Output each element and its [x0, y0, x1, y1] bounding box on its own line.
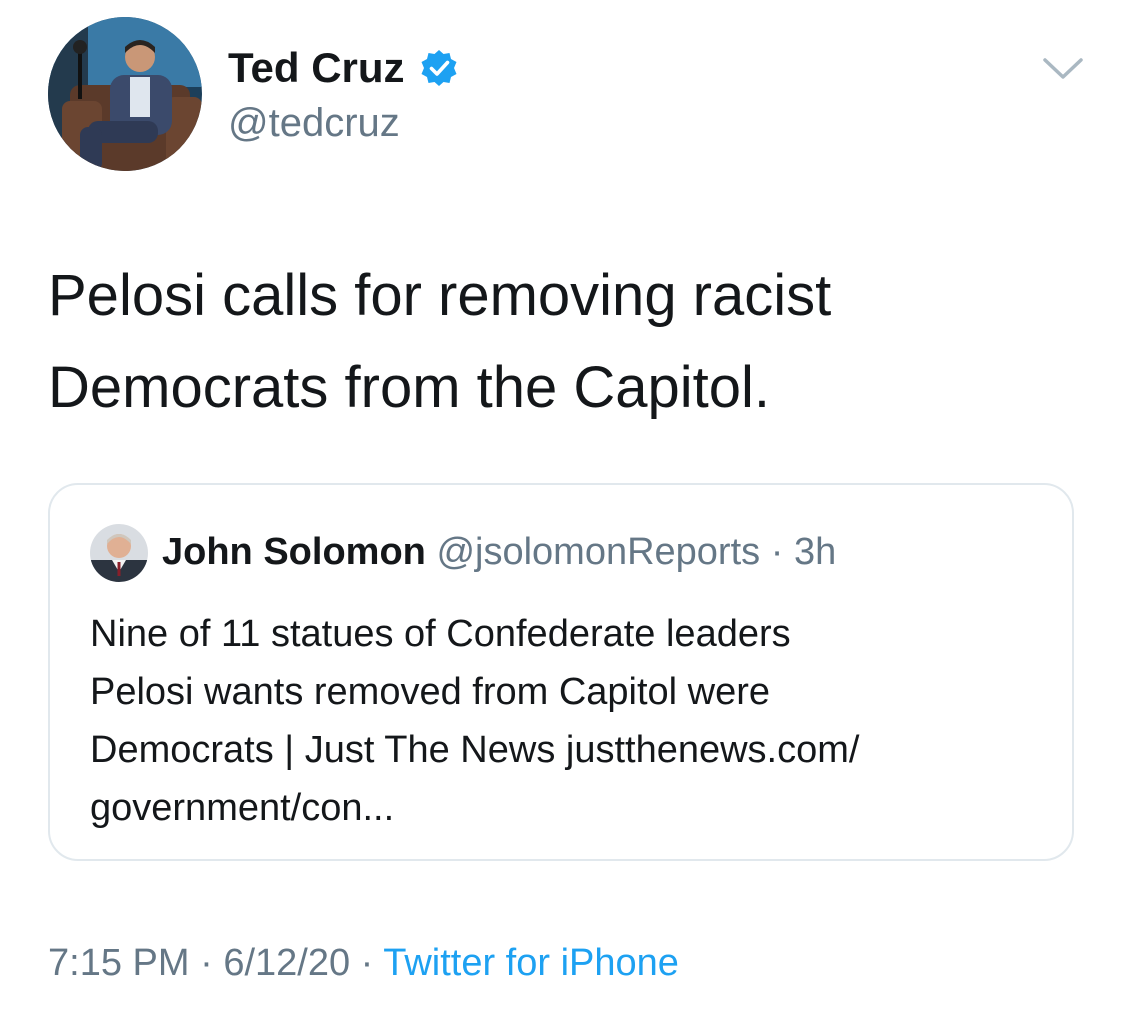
tweet-time[interactable]: 7:15 PM: [48, 942, 190, 984]
separator-dot: ·: [770, 531, 784, 573]
separator-dot: ·: [200, 942, 213, 984]
tweet-text: Pelosi calls for removing racist Democra…: [48, 250, 1088, 434]
author-name[interactable]: Ted Cruz: [228, 42, 459, 94]
quoted-tweet-header: John Solomon @jsolomonReports · 3h: [162, 529, 836, 575]
tweet-text-line: Pelosi calls for removing racist: [48, 263, 832, 328]
chevron-down-icon: [1043, 58, 1083, 79]
profile-photo-icon: [90, 524, 148, 582]
quoted-tweet-card[interactable]: John Solomon @jsolomonReports · 3h Nine …: [48, 483, 1074, 861]
quoted-author-name[interactable]: John Solomon: [162, 531, 426, 573]
author-handle[interactable]: @tedcruz: [228, 98, 400, 148]
quoted-tweet-time[interactable]: 3h: [794, 531, 836, 573]
verified-badge-icon: [419, 48, 459, 88]
tweet-date[interactable]: 6/12/20: [223, 942, 350, 984]
author-name-text[interactable]: Ted Cruz: [228, 42, 405, 94]
separator-dot: ·: [360, 942, 374, 984]
tweet-text-line: Democrats from the Capitol.: [48, 355, 771, 420]
author-avatar[interactable]: [48, 17, 202, 171]
quoted-author-avatar[interactable]: [90, 524, 148, 582]
quoted-text-line: Nine of 11 statues of Confederate leader…: [90, 613, 791, 655]
quoted-tweet-text: Nine of 11 statues of Confederate leader…: [90, 605, 1050, 837]
quoted-author-handle[interactable]: @jsolomonReports: [436, 531, 760, 573]
quoted-text-line: government/con...: [90, 787, 395, 829]
tweet-source-link[interactable]: Twitter for iPhone: [383, 942, 679, 984]
tweet-metadata: 7:15 PM · 6/12/20 · Twitter for iPhone: [48, 938, 679, 988]
profile-photo-icon: [48, 17, 202, 171]
tweet-menu-button[interactable]: [1038, 50, 1088, 90]
quoted-text-line: Democrats | Just The News justthenews.co…: [90, 729, 860, 771]
quoted-text-line: Pelosi wants removed from Capitol were: [90, 671, 771, 713]
